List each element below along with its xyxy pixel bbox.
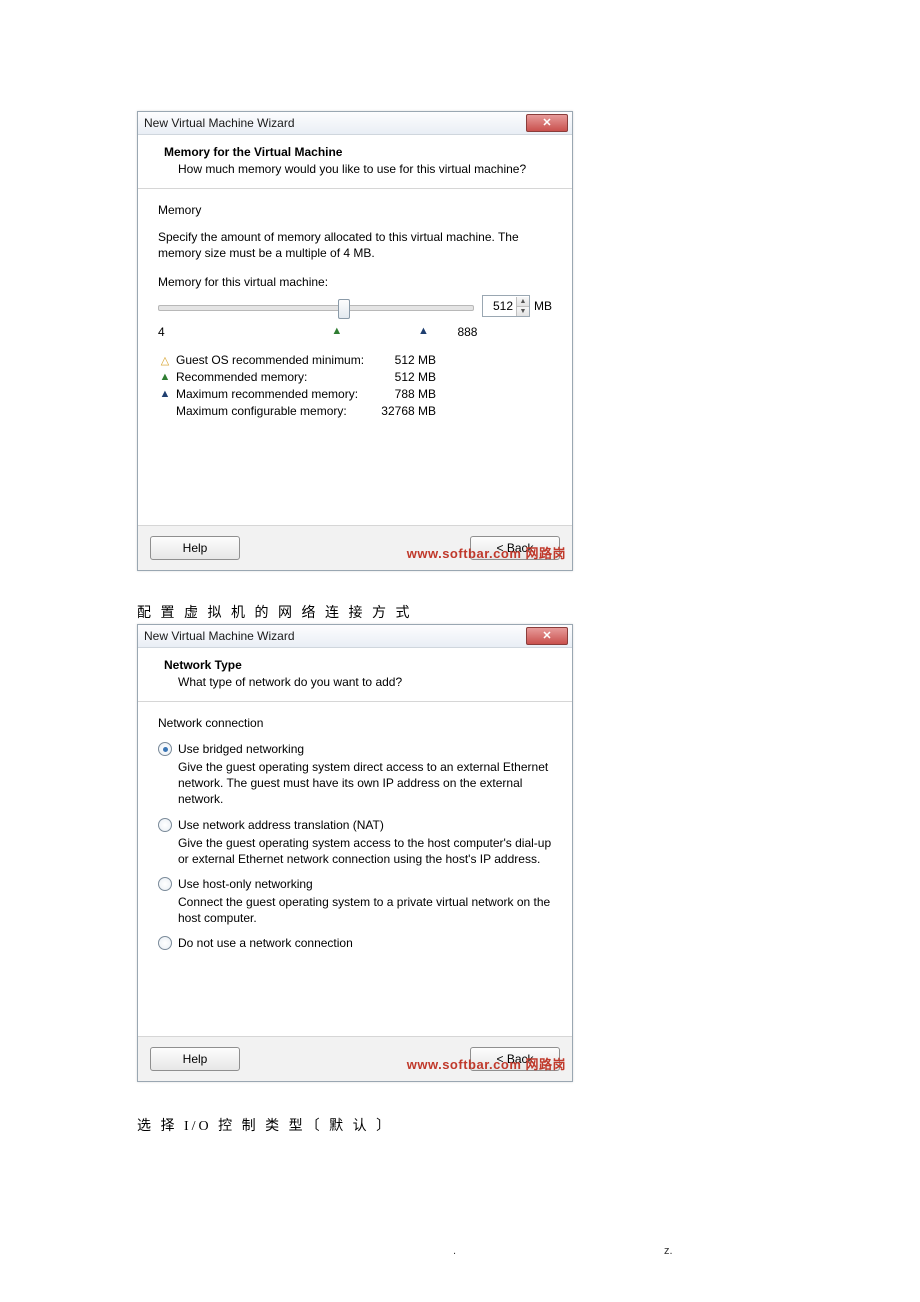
rec-label: Maximum configurable memory: — [176, 404, 366, 418]
wizard-header: Network Type What type of network do you… — [138, 648, 572, 702]
radio-bridged[interactable] — [158, 742, 172, 756]
rec-row: ▲ Maximum recommended memory: 788 MB — [158, 387, 552, 401]
slider-axis: 4 ▲ ▲ 888 — [158, 325, 552, 339]
memory-wizard-dialog: New Virtual Machine Wizard ✕ Memory for … — [137, 111, 573, 571]
help-button[interactable]: Help — [150, 536, 240, 560]
axis-max: 888 — [457, 325, 477, 339]
wizard-footer: Help < Back www.softbar.com 网路岗 — [138, 1036, 572, 1081]
caption-io-controller: 选 择 I/O 控 制 类 型〔 默 认 〕 — [137, 1115, 393, 1135]
rec-value: 512 MB — [366, 370, 436, 384]
header-title: Memory for the Virtual Machine — [164, 145, 554, 159]
memory-spinbox[interactable]: 512 ▲ ▼ — [482, 295, 530, 317]
option-description: Connect the guest operating system to a … — [178, 894, 552, 926]
memory-description: Specify the amount of memory allocated t… — [158, 229, 552, 261]
memory-field-label: Memory for this virtual machine: — [158, 275, 552, 289]
wizard-body: Network connection Use bridged networkin… — [138, 702, 572, 1036]
option-label: Use bridged networking — [178, 742, 304, 756]
memory-unit: MB — [534, 299, 552, 313]
network-wizard-dialog: New Virtual Machine Wizard ✕ Network Typ… — [137, 624, 573, 1082]
close-icon: ✕ — [542, 118, 551, 129]
rec-row: Maximum configurable memory: 32768 MB — [158, 404, 552, 418]
radio-host-only[interactable] — [158, 877, 172, 891]
close-icon: ✕ — [542, 631, 551, 642]
max-recommended-marker-icon: ▲ — [418, 325, 429, 337]
spin-up-icon[interactable]: ▲ — [517, 297, 529, 307]
rec-row: △ Guest OS recommended minimum: 512 MB — [158, 353, 552, 367]
back-button[interactable]: < Back — [470, 536, 560, 560]
option-label: Use host-only networking — [178, 877, 313, 891]
help-button[interactable]: Help — [150, 1047, 240, 1071]
rec-value: 32768 MB — [366, 404, 436, 418]
header-subtitle: How much memory would you like to use fo… — [164, 162, 554, 176]
wizard-body: Memory Specify the amount of memory allo… — [138, 189, 572, 525]
header-title: Network Type — [164, 658, 554, 672]
footnote-z: z. — [664, 1245, 673, 1257]
rec-label: Guest OS recommended minimum: — [176, 353, 366, 367]
rec-label: Maximum recommended memory: — [176, 387, 366, 401]
wizard-header: Memory for the Virtual Machine How much … — [138, 135, 572, 189]
slider-thumb[interactable] — [338, 299, 350, 319]
option-none[interactable]: Do not use a network connection — [158, 936, 552, 950]
window-title: New Virtual Machine Wizard — [144, 116, 295, 130]
recommended-marker-icon: ▲ — [331, 325, 342, 337]
axis-min: 4 — [158, 325, 165, 339]
memory-spin-wrap: 512 ▲ ▼ MB — [482, 295, 552, 317]
radio-nat[interactable] — [158, 818, 172, 832]
titlebar[interactable]: New Virtual Machine Wizard ✕ — [138, 625, 572, 648]
option-bridged[interactable]: Use bridged networking Give the guest op… — [158, 742, 552, 808]
memory-slider-row: 512 ▲ ▼ MB — [158, 295, 552, 317]
recommendation-table: △ Guest OS recommended minimum: 512 MB ▲… — [158, 353, 552, 418]
radio-none[interactable] — [158, 936, 172, 950]
close-button[interactable]: ✕ — [526, 627, 568, 645]
rec-label: Recommended memory: — [176, 370, 366, 384]
option-description: Give the guest operating system direct a… — [178, 759, 552, 808]
rec-value: 512 MB — [366, 353, 436, 367]
titlebar[interactable]: New Virtual Machine Wizard ✕ — [138, 112, 572, 135]
option-label: Use network address translation (NAT) — [178, 818, 384, 832]
rec-value: 788 MB — [366, 387, 436, 401]
option-label: Do not use a network connection — [178, 936, 353, 950]
spin-arrows[interactable]: ▲ ▼ — [516, 297, 529, 316]
recommended-triangle-icon: ▲ — [158, 371, 172, 383]
back-button[interactable]: < Back — [470, 1047, 560, 1071]
option-nat[interactable]: Use network address translation (NAT) Gi… — [158, 818, 552, 867]
option-host-only[interactable]: Use host-only networking Connect the gue… — [158, 877, 552, 926]
rec-row: ▲ Recommended memory: 512 MB — [158, 370, 552, 384]
footnote-dot: . — [453, 1245, 456, 1257]
option-description: Give the guest operating system access t… — [178, 835, 552, 867]
wizard-footer: Help < Back www.softbar.com 网路岗 — [138, 525, 572, 570]
header-subtitle: What type of network do you want to add? — [164, 675, 554, 689]
memory-slider[interactable] — [158, 297, 474, 315]
section-label: Network connection — [158, 716, 552, 730]
section-label: Memory — [158, 203, 552, 217]
caption-network: 配 置 虚 拟 机 的 网 络 连 接 方 式 — [137, 602, 413, 622]
memory-value: 512 — [483, 299, 516, 313]
warning-triangle-icon: △ — [158, 354, 172, 367]
max-triangle-icon: ▲ — [158, 388, 172, 400]
window-title: New Virtual Machine Wizard — [144, 629, 295, 643]
spin-down-icon[interactable]: ▼ — [517, 307, 529, 316]
close-button[interactable]: ✕ — [526, 114, 568, 132]
